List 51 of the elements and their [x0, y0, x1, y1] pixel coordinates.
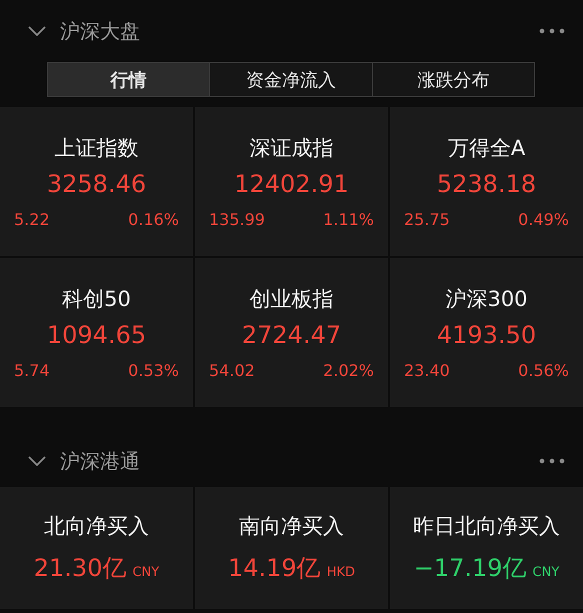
index-card[interactable]: 上证指数 3258.46 5.22 0.16%: [0, 107, 193, 256]
index-percent: 2.02%: [323, 361, 374, 380]
index-change: 54.02: [209, 361, 255, 380]
flow-label: 北向净买入: [44, 513, 149, 540]
index-percent: 0.16%: [128, 210, 179, 229]
more-icon[interactable]: [539, 28, 565, 34]
section-title: 沪深港通: [60, 448, 141, 474]
index-name: 沪深300: [445, 286, 528, 313]
flow-label: 南向净买入: [239, 513, 344, 540]
index-card[interactable]: 万得全A 5238.18 25.75 0.49%: [390, 107, 583, 256]
tab[interactable]: 资金净流入: [210, 63, 373, 96]
index-value: 4193.50: [436, 321, 536, 349]
index-card[interactable]: 沪深300 4193.50 23.40 0.56%: [390, 258, 583, 407]
index-card[interactable]: 创业板指 2724.47 54.02 2.02%: [195, 258, 388, 407]
index-value: 12402.91: [234, 170, 349, 198]
section-title: 沪深大盘: [60, 18, 141, 44]
tab[interactable]: 涨跌分布: [372, 63, 534, 96]
flow-label: 昨日北向净买入: [413, 513, 560, 540]
index-percent: 0.49%: [518, 210, 569, 229]
index-value: 2724.47: [242, 321, 342, 349]
index-percent: 1.11%: [323, 210, 374, 229]
index-change: 25.75: [404, 210, 450, 229]
more-icon[interactable]: [539, 458, 565, 464]
index-percent: 0.56%: [518, 361, 569, 380]
flow-card[interactable]: 北向净买入 21.30亿 CNY: [0, 487, 193, 609]
currency-label: CNY: [132, 565, 160, 580]
index-card[interactable]: 深证成指 12402.91 135.99 1.11%: [195, 107, 388, 256]
index-change: 5.74: [14, 361, 50, 380]
index-name: 创业板指: [250, 286, 334, 313]
index-value: 3258.46: [46, 170, 146, 198]
index-value: 5238.18: [436, 170, 536, 198]
flow-card[interactable]: 南向净买入 14.19亿 HKD: [195, 487, 388, 609]
flow-value: 14.19亿: [228, 553, 321, 584]
currency-label: CNY: [532, 565, 560, 580]
index-value: 1094.65: [46, 321, 146, 349]
index-card[interactable]: 科创50 1094.65 5.74 0.53%: [0, 258, 193, 407]
flow-value: −17.19亿: [414, 553, 527, 584]
flow-value: 21.30亿: [34, 553, 126, 584]
index-change: 5.22: [14, 210, 50, 229]
index-name: 上证指数: [54, 135, 138, 162]
index-percent: 0.53%: [128, 361, 179, 380]
tab[interactable]: 行情: [48, 63, 210, 96]
index-name: 科创50: [62, 286, 131, 313]
chevron-down-icon[interactable]: [28, 26, 46, 36]
index-change: 23.40: [404, 361, 450, 380]
currency-label: HKD: [326, 565, 356, 580]
index-name: 深证成指: [250, 135, 334, 162]
index-name: 万得全A: [448, 135, 526, 162]
chevron-down-icon[interactable]: [28, 456, 46, 466]
index-change: 135.99: [209, 210, 265, 229]
flow-card[interactable]: 昨日北向净买入 −17.19亿 CNY: [390, 487, 583, 609]
